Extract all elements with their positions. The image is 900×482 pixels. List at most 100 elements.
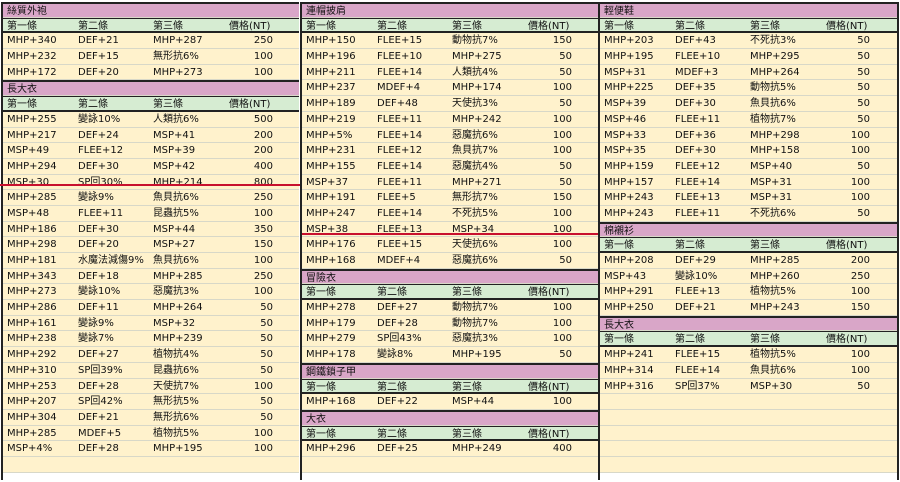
table-row: MHP+159 FLEE+12 MSP+40 50: [600, 158, 897, 175]
price-cell: 100: [552, 82, 572, 94]
attribute-cell: MSP+37: [306, 176, 349, 188]
attribute-cell: MSP+46: [604, 113, 647, 125]
price-cell: 50: [559, 255, 572, 266]
header-row: 第一條 第二條 第三條 價格(NT): [302, 378, 598, 395]
price-cell: 100: [850, 364, 870, 376]
price-cell: 150: [850, 302, 870, 314]
table-row: MHP+243 FLEE+13 MSP+31 100: [600, 190, 897, 206]
attribute-cell: MHP+158: [750, 145, 800, 157]
attribute-cell: MHP+310: [7, 364, 57, 376]
table-row: MHP+208 DEF+29 MHP+285 200: [600, 253, 897, 269]
attribute-cell: MHP+203: [604, 35, 654, 47]
attribute-cell: DEF+15: [78, 51, 119, 63]
attribute-cell: 無形抗6%: [153, 51, 199, 63]
table-row: MHP+191 FLEE+5 無形抗7% 150: [302, 190, 598, 206]
attribute-cell: MSP+49: [7, 145, 50, 157]
section-title-row: 連帽披肩: [302, 2, 598, 18]
header-cell: 第一條: [7, 20, 37, 32]
attribute-cell: MHP+195: [452, 349, 502, 361]
price-cell: 100: [552, 317, 572, 329]
header-cell: 第二條: [377, 287, 407, 299]
attribute-cell: MHP+179: [306, 317, 356, 329]
table-row: MHP+186 DEF+30 MSP+44 350: [3, 221, 299, 238]
attribute-cell: MHP+286: [7, 302, 57, 314]
price-cell: 50: [559, 160, 572, 172]
header-cell: 價格(NT): [229, 99, 271, 111]
attribute-cell: 天使抗3%: [452, 98, 498, 110]
table-row: MSP+37 FLEE+11 MHP+271 50: [302, 174, 598, 191]
price-cell: 100: [552, 239, 572, 251]
attribute-cell: MHP+232: [7, 51, 57, 63]
attribute-cell: SP回43%: [377, 333, 422, 345]
attribute-cell: MHP+231: [306, 145, 356, 157]
attribute-cell: MHP+294: [7, 160, 57, 172]
table-row: MHP+211 FLEE+14 人類抗4% 50: [302, 64, 598, 81]
table-row: MHP+5% FLEE+14 惡魔抗6% 100: [302, 127, 598, 144]
header-cell: 價格(NT): [528, 20, 570, 32]
header-cell: 第一條: [7, 99, 37, 111]
price-cell: 50: [857, 51, 870, 63]
header-cell: 第一條: [306, 428, 336, 440]
price-cell: 50: [559, 176, 572, 188]
section-title-row: 長大衣: [3, 80, 299, 97]
attribute-cell: MHP+275: [452, 51, 502, 63]
attribute-cell: MHP+343: [7, 270, 57, 282]
attribute-cell: DEF+21: [675, 302, 716, 314]
attribute-cell: MHP+278: [306, 302, 356, 314]
attribute-cell: 無形抗7%: [452, 192, 498, 204]
sold-divider-line: [0, 184, 300, 186]
price-cell: 100: [552, 129, 572, 141]
section-title-row: 棉襯衫: [600, 221, 897, 238]
attribute-cell: 變詠10%: [675, 270, 718, 282]
attribute-cell: FLEE+11: [377, 176, 423, 188]
table-row: MHP+172 DEF+20 MHP+273 100: [3, 64, 299, 81]
header-cell: 第三條: [452, 20, 482, 32]
table-row: MSP+4% DEF+28 MHP+195 100: [3, 441, 299, 457]
attribute-cell: MHP+174: [452, 82, 502, 94]
attribute-cell: MHP+250: [604, 302, 654, 314]
price-cell: 50: [260, 349, 273, 361]
header-cell: 第三條: [153, 20, 183, 32]
price-cell: 50: [857, 380, 870, 392]
table-row: MHP+219 FLEE+11 MHP+242 100: [302, 111, 598, 128]
table-row: MHP+292 DEF+27 植物抗4% 50: [3, 347, 299, 363]
attribute-cell: 惡魔抗4%: [452, 160, 498, 172]
attribute-cell: MHP+237: [306, 82, 356, 94]
header-row: 第一條 第二條 第三條 價格(NT): [600, 237, 897, 253]
attribute-cell: MHP+178: [306, 349, 356, 361]
attribute-cell: MHP+260: [750, 270, 800, 282]
attribute-cell: MHP+298: [7, 239, 57, 251]
price-cell: 100: [850, 145, 870, 157]
table-row: MHP+286 DEF+11 MHP+264 50: [3, 300, 299, 316]
attribute-cell: DEF+30: [675, 98, 716, 110]
price-cell: 400: [552, 443, 572, 455]
header-cell: 第一條: [604, 240, 634, 252]
table-row: MHP+247 FLEE+14 不死抗5% 100: [302, 205, 598, 222]
attribute-cell: 魚貝抗7%: [452, 145, 498, 157]
table-row: MHP+189 DEF+48 天使抗3% 50: [302, 96, 598, 112]
attribute-cell: MHP+238: [7, 333, 57, 345]
column-separator: [300, 2, 302, 480]
attribute-cell: FLEE+11: [675, 207, 721, 219]
attribute-cell: MHP+316: [604, 380, 654, 392]
attribute-cell: DEF+30: [675, 145, 716, 157]
header-cell: 第二條: [675, 240, 705, 252]
attribute-cell: FLEE+5: [377, 192, 416, 204]
attribute-cell: MHP+189: [306, 98, 356, 110]
empty-row: [600, 456, 897, 473]
attribute-cell: MHP+273: [7, 286, 57, 298]
price-cell: 100: [552, 333, 572, 345]
header-cell: 第三條: [750, 20, 780, 32]
attribute-cell: MHP+291: [604, 286, 654, 298]
header-cell: 第三條: [750, 334, 780, 346]
attribute-cell: MHP+296: [306, 443, 356, 455]
header-row: 第一條 第二條 第三條 價格(NT): [3, 96, 299, 112]
price-cell: 100: [253, 51, 273, 63]
attribute-cell: MSP+39: [153, 145, 196, 157]
price-cell: 50: [857, 160, 870, 172]
attribute-cell: MHP+295: [750, 51, 800, 63]
price-cell: 50: [559, 98, 572, 110]
price-cell: 50: [857, 66, 870, 78]
attribute-cell: DEF+28: [377, 317, 418, 329]
sold-divider-line: [302, 233, 598, 235]
